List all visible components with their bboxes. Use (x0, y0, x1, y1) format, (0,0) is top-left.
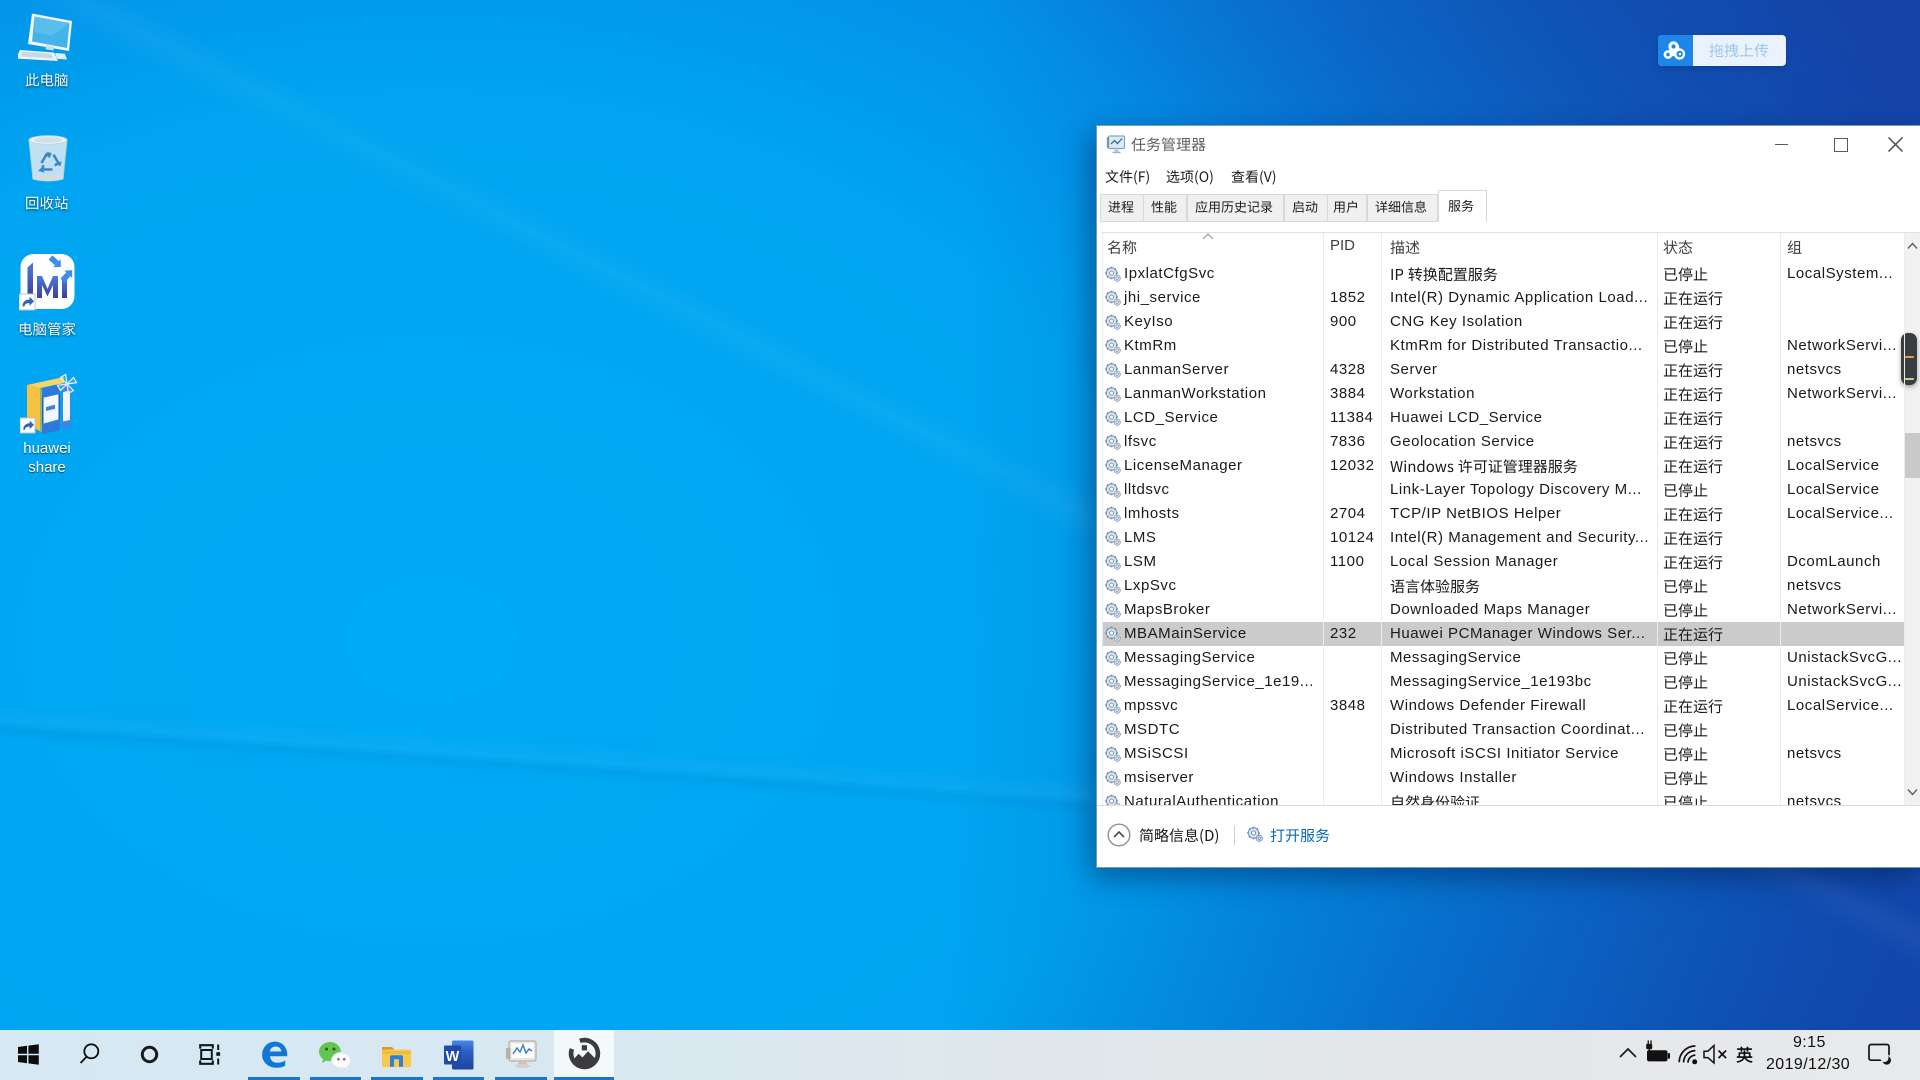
svg-text:W: W (446, 1049, 460, 1065)
